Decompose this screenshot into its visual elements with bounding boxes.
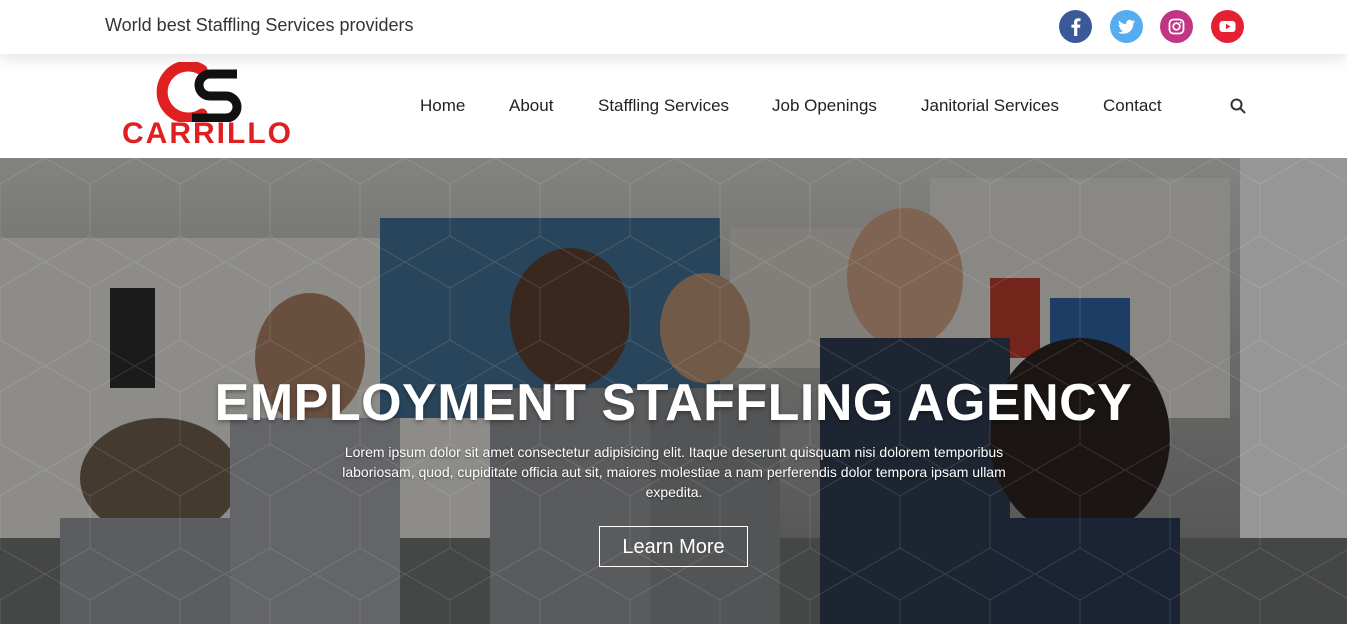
youtube-icon[interactable] (1211, 10, 1244, 43)
site-header: CARRILLO Home About Staffling Services J… (0, 54, 1347, 158)
nav-home[interactable]: Home (420, 96, 465, 116)
logo-mark-icon (156, 60, 242, 124)
hero-title: EMPLOYMENT STAFFLING AGENCY (214, 374, 1133, 432)
facebook-icon[interactable] (1059, 10, 1092, 43)
logo-text: CARRILLO (122, 117, 293, 150)
nav-staffling-services[interactable]: Staffling Services (598, 96, 729, 116)
hero-section: EMPLOYMENT STAFFLING AGENCY Lorem ipsum … (0, 158, 1347, 624)
nav-contact[interactable]: Contact (1103, 96, 1162, 116)
nav-about[interactable]: About (509, 96, 553, 116)
learn-more-button[interactable]: Learn More (599, 526, 748, 567)
instagram-icon[interactable] (1160, 10, 1193, 43)
search-icon[interactable] (1229, 97, 1247, 115)
twitter-icon[interactable] (1110, 10, 1143, 43)
top-bar: World best Staffling Services providers (0, 0, 1347, 54)
nav-job-openings[interactable]: Job Openings (772, 96, 877, 116)
nav-janitorial-services[interactable]: Janitorial Services (921, 96, 1059, 116)
tagline: World best Staffling Services providers (105, 15, 414, 35)
hero-description: Lorem ipsum dolor sit amet consectetur a… (342, 444, 1006, 500)
logo[interactable]: CARRILLO (122, 60, 297, 152)
